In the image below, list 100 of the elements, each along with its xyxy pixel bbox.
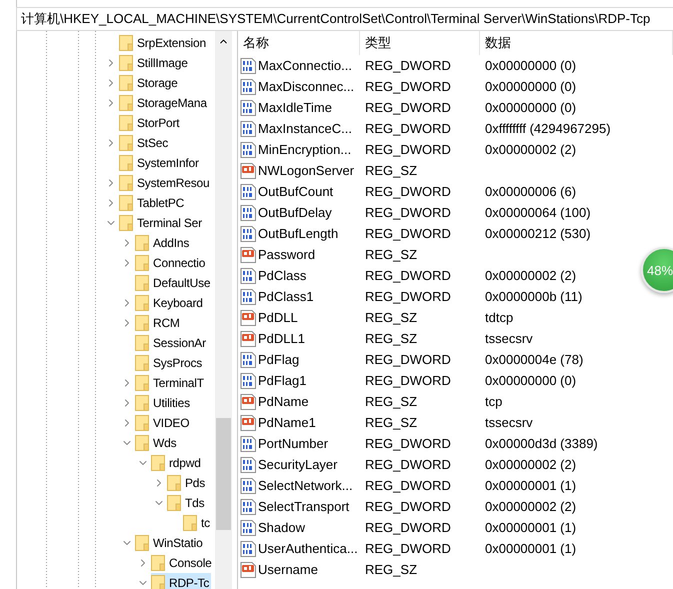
folder-icon [119,215,133,231]
tree-item[interactable]: AddIns [135,233,192,253]
binary-value-icon [240,58,256,74]
value-name[interactable]: PortNumber [258,436,328,451]
string-value-icon [240,330,256,346]
value-type: REG_DWORD [364,142,451,157]
binary-value-icon [240,436,256,452]
tree-item[interactable]: SystemResou [119,173,212,193]
folder-icon [119,115,133,131]
tree-item[interactable]: Connectio [135,253,208,273]
tree-item[interactable]: DefaultUse [135,273,212,293]
value-name[interactable]: MaxDisconnec... [258,79,354,94]
value-name[interactable]: PdFlag1 [258,373,306,388]
tree-item[interactable]: tc [183,513,212,533]
tree-item[interactable]: SessionAr [135,333,208,353]
binary-value-icon [240,372,256,388]
binary-value-icon [240,268,256,284]
tree-item[interactable]: Tds [167,493,206,513]
tree-item[interactable]: VIDEO [135,413,192,433]
value-type: REG_DWORD [364,520,451,535]
value-name[interactable]: SecurityLayer [258,457,338,472]
tree-item[interactable]: RDP-Tc [151,573,212,589]
address-bar[interactable]: 计算机\HKEY_LOCAL_MACHINE\SYSTEM\CurrentControlSet\Control\Terminal Server\WinStations\RDP-Tcp [16,7,673,31]
folder-icon [119,75,133,91]
column-header[interactable]: 类型 [360,31,480,55]
tree-item[interactable]: WinStatio [135,533,205,553]
value-name[interactable]: PdFlag [258,352,300,367]
value-type: REG_SZ [364,310,418,325]
column-header[interactable]: 数据 [480,31,673,55]
value-name[interactable]: MinEncryption... [258,142,352,157]
value-data: 0x00000001 (1) [484,478,576,493]
value-name[interactable]: Shadow [258,520,305,535]
value-name[interactable]: OutBufCount [258,184,334,199]
value-name[interactable]: PdName1 [258,415,316,430]
value-name[interactable]: PdClass [258,268,306,283]
value-name[interactable]: MaxIdleTime [258,100,332,115]
tree-item[interactable]: RCM [135,313,182,333]
tree-item[interactable]: Utilities [135,393,192,413]
scrollbar[interactable] [215,31,232,589]
column-header[interactable]: 名称 [238,31,360,55]
value-type: REG_DWORD [364,457,451,472]
value-name[interactable]: Password [258,247,316,262]
value-type: REG_DWORD [364,58,451,73]
folder-icon [135,435,149,451]
value-type: REG_DWORD [364,352,451,367]
binary-value-icon [240,456,256,472]
tree-item[interactable]: Keyboard [135,293,205,313]
value-name[interactable]: OutBufDelay [258,205,332,220]
tree-item[interactable]: Pds [167,473,208,493]
value-type: REG_DWORD [364,226,451,241]
value-name[interactable]: PdClass1 [258,289,314,304]
value-name[interactable]: UserAuthentica... [258,541,358,556]
tree-item[interactable]: Terminal Ser [119,213,204,233]
tree-item[interactable]: StorageMana [119,93,209,113]
value-data: 0x00000000 (0) [484,79,576,94]
binary-value-icon [240,78,256,94]
value-name[interactable]: PdDLL1 [258,331,305,346]
tree-item[interactable]: Storage [119,73,180,93]
folder-icon [135,315,149,331]
tree-item[interactable]: StillImage [119,53,190,73]
folder-icon [183,515,197,531]
value-name[interactable]: OutBufLength [258,226,338,241]
folder-icon [135,275,149,291]
tree-item[interactable]: SrpExtension [119,33,208,53]
tree-item[interactable]: rdpwd [151,453,203,473]
value-name[interactable]: Username [258,562,318,577]
folder-icon [151,575,165,589]
value-data: 0x00000212 (530) [484,226,591,241]
tree-item[interactable]: SystemInfor [119,153,201,173]
value-name[interactable]: MaxInstanceC... [258,121,352,136]
value-name[interactable]: SelectTransport [258,499,350,514]
value-data: 0x00000006 (6) [484,184,576,199]
tree-item[interactable]: StorPort [119,113,182,133]
value-name[interactable]: NWLogonServer [258,163,354,178]
binary-value-icon [240,520,256,536]
tree-item[interactable]: Wds [135,433,178,453]
value-data: 0x0000000b (11) [484,289,582,304]
folder-icon [119,195,133,211]
tree-item[interactable]: StSec [119,133,170,153]
folder-icon [119,35,133,51]
value-type: REG_DWORD [364,373,451,388]
value-data: 0x0000004e (78) [484,352,584,367]
value-name[interactable]: SelectNetwork... [258,478,353,493]
value-type: REG_DWORD [364,205,451,220]
tree-item[interactable]: TabletPC [119,193,186,213]
tree-item[interactable]: TerminalT [135,373,206,393]
tree-item[interactable]: Console [151,553,214,573]
value-name[interactable]: PdDLL [258,310,298,325]
binary-value-icon [240,226,256,242]
tree-item[interactable]: SysProcs [135,353,204,373]
folder-icon [167,475,181,491]
string-value-icon [240,394,256,410]
value-type: REG_DWORD [364,79,451,94]
folder-icon [135,255,149,271]
value-name[interactable]: MaxConnectio... [258,58,352,73]
scroll-thumb[interactable] [216,418,231,530]
value-type: REG_DWORD [364,121,451,136]
string-value-icon [240,162,256,178]
value-name[interactable]: PdName [258,394,309,409]
value-data: 0x00000000 (0) [484,100,576,115]
